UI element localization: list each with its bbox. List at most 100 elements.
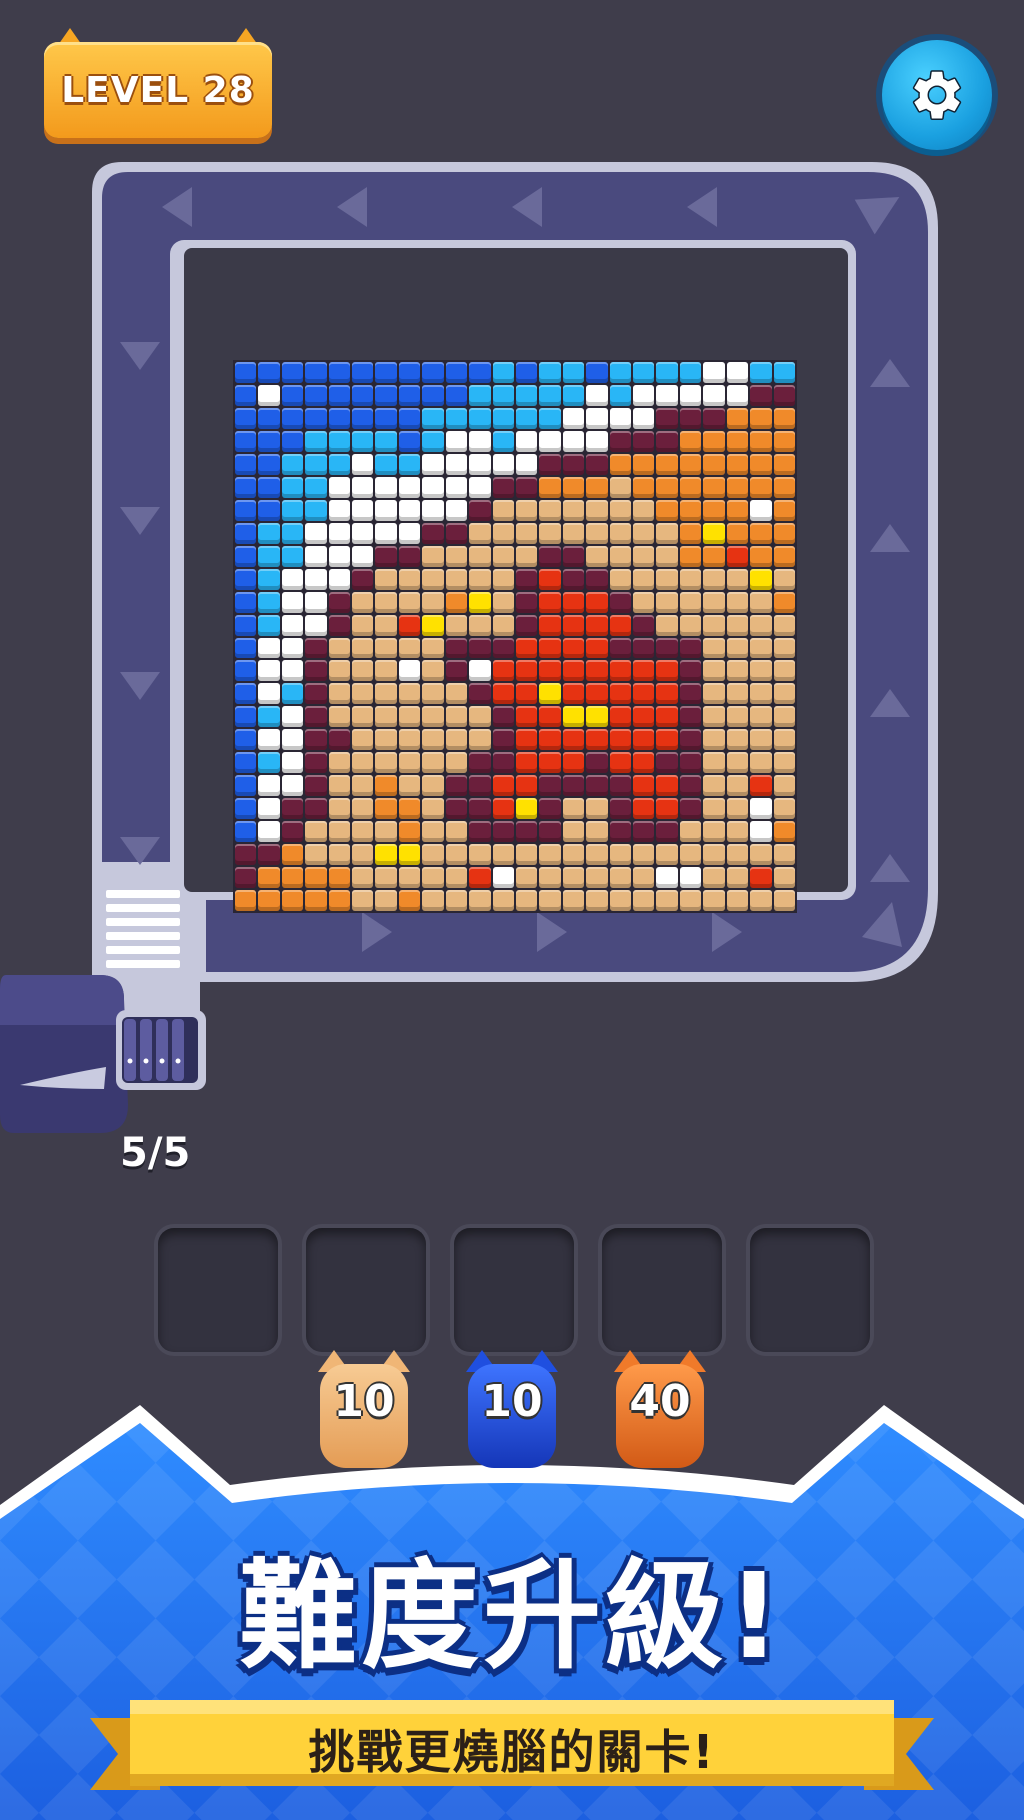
- launcher-cannon[interactable]: [0, 975, 230, 1135]
- queue-slot-1[interactable]: [158, 1228, 278, 1352]
- pixel-block: [656, 614, 678, 636]
- queue-slot-3[interactable]: [454, 1228, 574, 1352]
- pixel-block: [726, 890, 749, 911]
- pixel-block: [422, 660, 444, 682]
- queue-slot-4[interactable]: [602, 1228, 722, 1352]
- pixel-block: [398, 499, 421, 521]
- queue-slot-5[interactable]: [750, 1228, 870, 1352]
- pixel-block: [515, 591, 538, 613]
- pixel-block: [539, 821, 561, 843]
- pixel-block: [328, 430, 351, 452]
- pixel-block: [586, 844, 608, 866]
- pixel-block: [375, 867, 397, 889]
- pixel-block: [750, 706, 772, 728]
- pixel-block: [352, 362, 374, 383]
- pixel-block: [492, 752, 514, 774]
- pixel-block: [445, 729, 468, 751]
- pixel-block: [609, 867, 632, 889]
- pixel-block: [726, 568, 749, 590]
- pixel-block: [539, 637, 561, 659]
- pixel-block: [281, 867, 304, 889]
- pixel-block: [726, 867, 749, 889]
- pixel-block: [750, 591, 772, 613]
- pixel-block: [398, 568, 421, 590]
- pixel-block: [562, 453, 585, 475]
- pixel-art-board[interactable]: [233, 360, 797, 913]
- pixel-block: [726, 384, 749, 406]
- pixel-block: [375, 637, 397, 659]
- pixel-block: [258, 407, 280, 429]
- pixel-block: [492, 362, 514, 383]
- pixel-block: [281, 660, 304, 682]
- pixel-block: [422, 362, 444, 383]
- pixel-block: [445, 798, 468, 820]
- pixel-block: [305, 798, 327, 820]
- pixel-block: [750, 614, 772, 636]
- pixel-block: [469, 522, 491, 544]
- pixel-block: [609, 476, 632, 498]
- pixel-block: [258, 683, 280, 705]
- pixel-block: [539, 798, 561, 820]
- pixel-block: [422, 775, 444, 797]
- pixel-block: [515, 798, 538, 820]
- pixel-block: [750, 499, 772, 521]
- pixel-block: [726, 476, 749, 498]
- pixel-block: [328, 545, 351, 567]
- pixel-block: [515, 775, 538, 797]
- pixel-block: [352, 706, 374, 728]
- pixel-block: [422, 407, 444, 429]
- pixel-block: [586, 430, 608, 452]
- pixel-block: [562, 798, 585, 820]
- cat-shooter-1[interactable]: 10: [314, 1346, 414, 1474]
- pixel-block: [398, 545, 421, 567]
- pixel-block: [750, 798, 772, 820]
- pixel-block: [398, 660, 421, 682]
- settings-button[interactable]: [882, 40, 992, 150]
- pixel-block: [703, 821, 725, 843]
- pixel-block: [352, 821, 374, 843]
- pixel-block: [773, 568, 795, 590]
- pixel-block: [281, 362, 304, 383]
- pixel-block: [281, 545, 304, 567]
- pixel-block: [398, 844, 421, 866]
- pixel-block: [609, 430, 632, 452]
- pixel-block: [773, 821, 795, 843]
- pixel-block: [515, 522, 538, 544]
- pixel-block: [539, 867, 561, 889]
- pixel-block: [375, 430, 397, 452]
- queue-slot-2[interactable]: [306, 1228, 426, 1352]
- pixel-block: [492, 798, 514, 820]
- pixel-block: [703, 660, 725, 682]
- pixel-block: [586, 568, 608, 590]
- pixel-block: [445, 545, 468, 567]
- pixel-block: [352, 798, 374, 820]
- pixel-block: [305, 614, 327, 636]
- pixel-block: [305, 568, 327, 590]
- pixel-block: [515, 706, 538, 728]
- pixel-block: [328, 775, 351, 797]
- cat-shooter-3[interactable]: 40: [610, 1346, 710, 1474]
- pixel-block: [375, 453, 397, 475]
- pixel-block: [726, 614, 749, 636]
- pixel-block: [235, 614, 257, 636]
- pixel-block: [469, 384, 491, 406]
- pixel-block: [539, 775, 561, 797]
- pixel-block: [398, 430, 421, 452]
- pixel-block: [656, 867, 678, 889]
- pixel-block: [258, 729, 280, 751]
- pixel-block: [609, 775, 632, 797]
- pixel-block: [726, 637, 749, 659]
- pixel-block: [352, 430, 374, 452]
- pixel-block: [679, 821, 702, 843]
- pixel-block: [633, 430, 655, 452]
- pixel-block: [679, 637, 702, 659]
- pixel-block: [750, 683, 772, 705]
- pixel-block: [726, 706, 749, 728]
- pixel-block: [258, 430, 280, 452]
- pixel-block: [258, 499, 280, 521]
- pixel-block: [445, 591, 468, 613]
- cat-shooter-2[interactable]: 10: [462, 1346, 562, 1474]
- pixel-block: [305, 362, 327, 383]
- pixel-block: [328, 499, 351, 521]
- pixel-block: [305, 453, 327, 475]
